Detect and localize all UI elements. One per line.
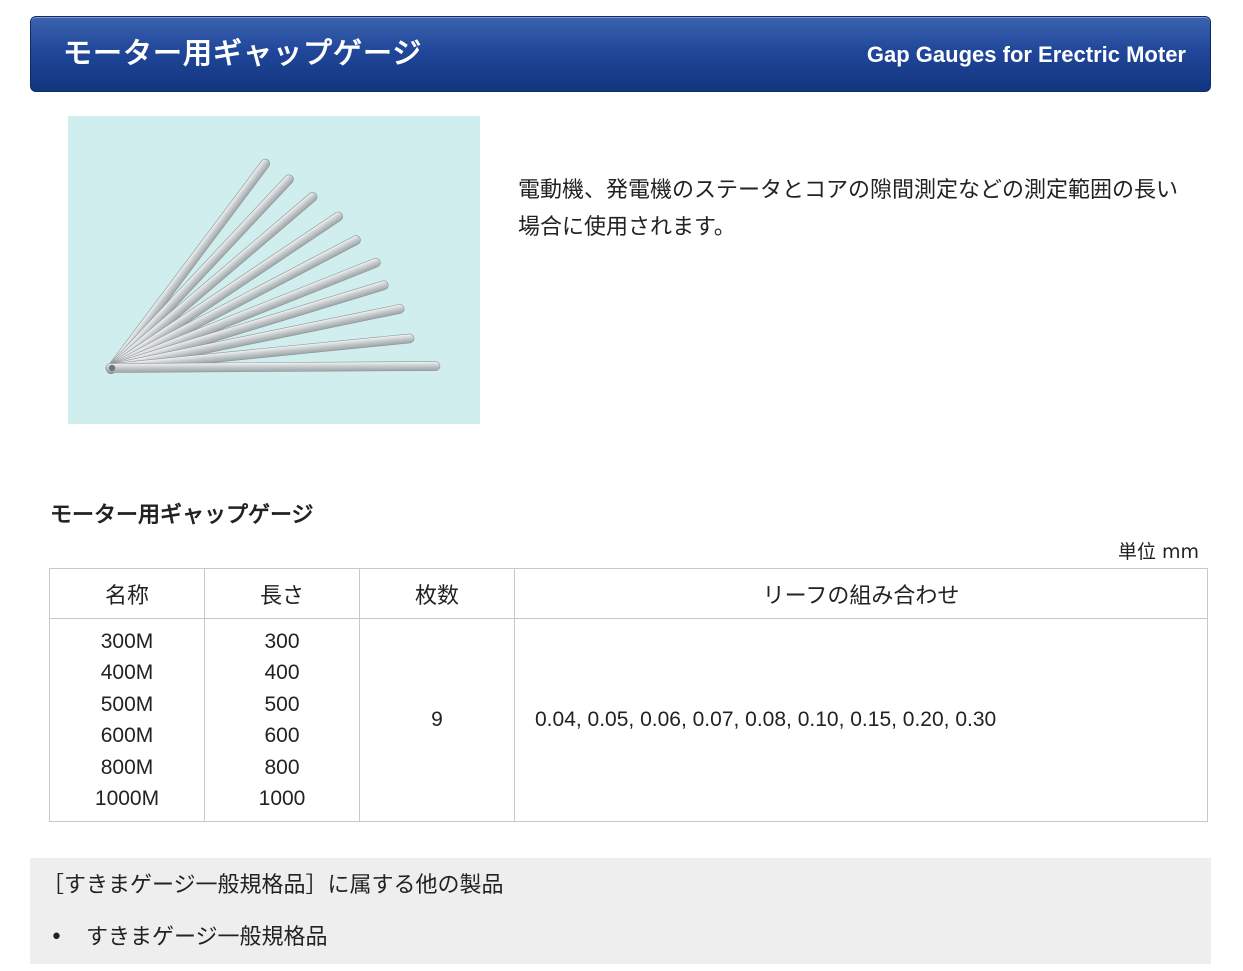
related-product-label: すきまゲージ一般規格品 xyxy=(86,925,328,950)
related-products-panel: ［すきまゲージ一般規格品］に属する他の製品 • すきまゲージ一般規格品 xyxy=(30,858,1211,964)
length-value: 500 xyxy=(264,692,300,716)
gauge-leaf xyxy=(105,361,441,373)
page-title-jp: モーター用ギャップゲージ xyxy=(63,36,423,70)
product-image xyxy=(68,116,480,424)
header-count: 枚数 xyxy=(359,568,515,619)
leaf-combination-cell: 0.04, 0.05, 0.06, 0.07, 0.08, 0.10, 0.15… xyxy=(514,618,1208,822)
length-value: 1000 xyxy=(258,787,306,810)
header-length: 長さ xyxy=(204,568,360,619)
header-name: 名称 xyxy=(49,568,205,619)
model-name: 800M xyxy=(100,755,154,779)
bullet-icon: • xyxy=(50,925,63,950)
page-title-en: Gap Gauges for Erectric Moter xyxy=(866,42,1186,67)
count-cell: 9 xyxy=(359,618,515,822)
model-name: 300M xyxy=(100,629,154,653)
length-value: 600 xyxy=(264,724,300,747)
length-cell: 300 400 500 600 800 1000 xyxy=(204,618,360,822)
unit-label: 単位 mm xyxy=(1117,541,1199,563)
length-value: 400 xyxy=(264,661,300,684)
length-value: 300 xyxy=(264,629,300,653)
spec-table: 名称 長さ 枚数 リーフの組み合わせ 300M 400M 500M 600M 8… xyxy=(49,568,1208,822)
pivot-hole xyxy=(108,364,116,372)
gap-gauge-fan-image xyxy=(105,158,441,375)
model-name: 400M xyxy=(100,661,154,684)
table-row: 300M 400M 500M 600M 800M 1000M 300 400 5… xyxy=(49,618,1208,822)
header-leaf-combination: リーフの組み合わせ xyxy=(514,568,1208,619)
related-product-link[interactable]: • すきまゲージ一般規格品 xyxy=(50,922,328,954)
table-header-row: 名称 長さ 枚数 リーフの組み合わせ xyxy=(49,568,1208,619)
model-name: 1000M xyxy=(94,787,160,810)
page-header: モーター用ギャップゲージ Gap Gauges for Erectric Mot… xyxy=(30,16,1211,92)
model-cell: 300M 400M 500M 600M 800M 1000M xyxy=(49,618,205,822)
model-name: 600M xyxy=(100,724,154,747)
related-products-heading: ［すきまゲージ一般規格品］に属する他の製品 xyxy=(42,873,504,898)
product-description: 電動機、発電機のステータとコアの隙間測定などの測定範囲の長い場合に使用されます。 xyxy=(518,178,1179,240)
table-section-title: モーター用ギャップゲージ xyxy=(50,503,314,528)
length-value: 800 xyxy=(264,755,300,779)
model-name: 500M xyxy=(100,692,154,716)
